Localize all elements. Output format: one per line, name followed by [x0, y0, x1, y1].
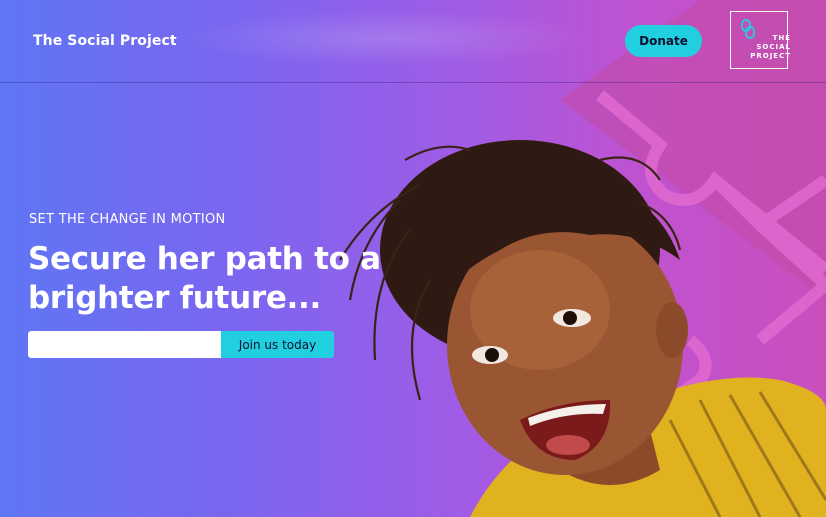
hero-page: The Social Project Donate THE SOCIAL PRO… — [0, 0, 826, 517]
logo[interactable]: THE SOCIAL PROJECT — [730, 11, 791, 69]
hero-headline: Secure her path to a brighter future... — [28, 241, 381, 316]
logo-text: THE SOCIAL PROJECT — [750, 34, 791, 61]
donate-button[interactable]: Donate — [625, 25, 702, 57]
brand-name[interactable]: The Social Project — [33, 33, 177, 49]
hero-eyebrow: SET THE CHANGE IN MOTION — [29, 212, 226, 227]
join-button[interactable]: Join us today — [221, 331, 334, 358]
logo-line-3: PROJECT — [750, 52, 791, 60]
logo-line-2: SOCIAL — [756, 43, 791, 51]
email-input[interactable] — [28, 331, 221, 358]
signup-form: Join us today — [28, 331, 334, 358]
site-header: The Social Project Donate THE SOCIAL PRO… — [0, 0, 826, 83]
logo-line-1: THE — [772, 34, 791, 42]
header-haze — [175, 10, 595, 66]
